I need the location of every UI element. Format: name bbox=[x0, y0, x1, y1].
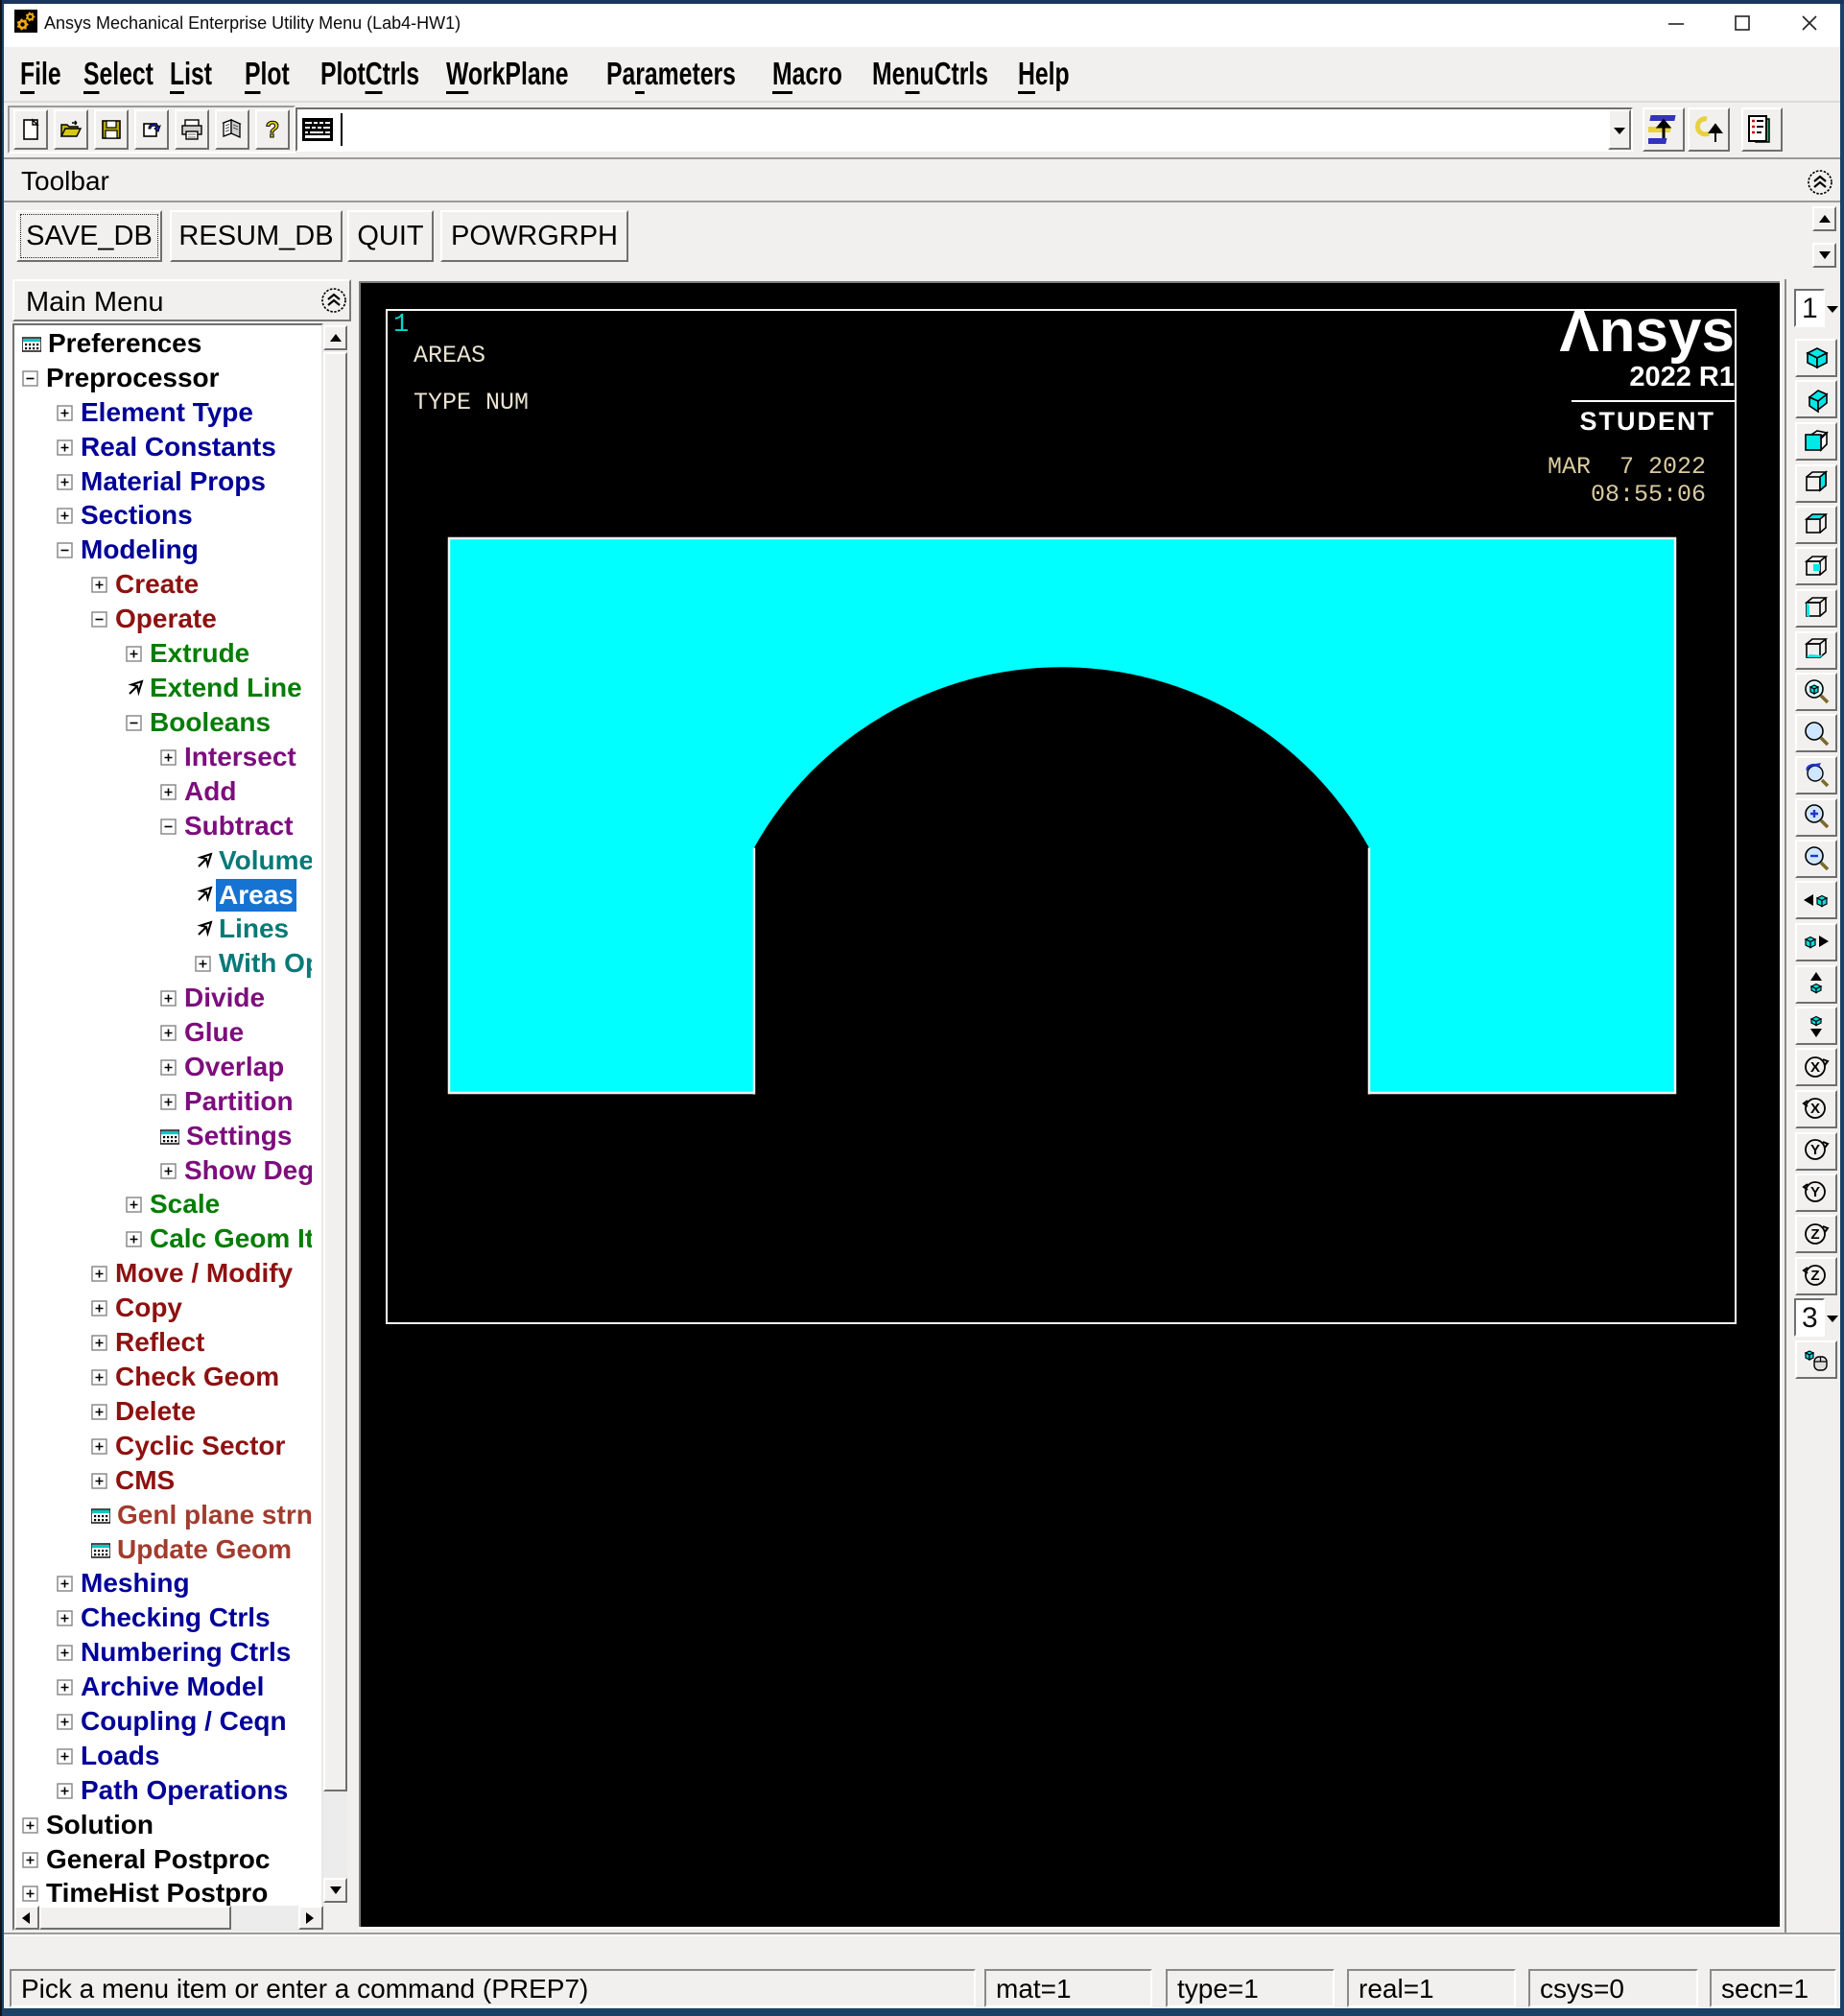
svg-text:Z: Z bbox=[1810, 1226, 1819, 1243]
svg-text:Y: Y bbox=[1810, 1184, 1820, 1200]
svg-text:X: X bbox=[1810, 1101, 1820, 1117]
svg-text:Z: Z bbox=[1810, 1268, 1819, 1284]
svg-text:Y: Y bbox=[1810, 1142, 1820, 1158]
svg-text:?: ? bbox=[266, 117, 280, 142]
svg-text:X: X bbox=[1810, 1059, 1820, 1076]
